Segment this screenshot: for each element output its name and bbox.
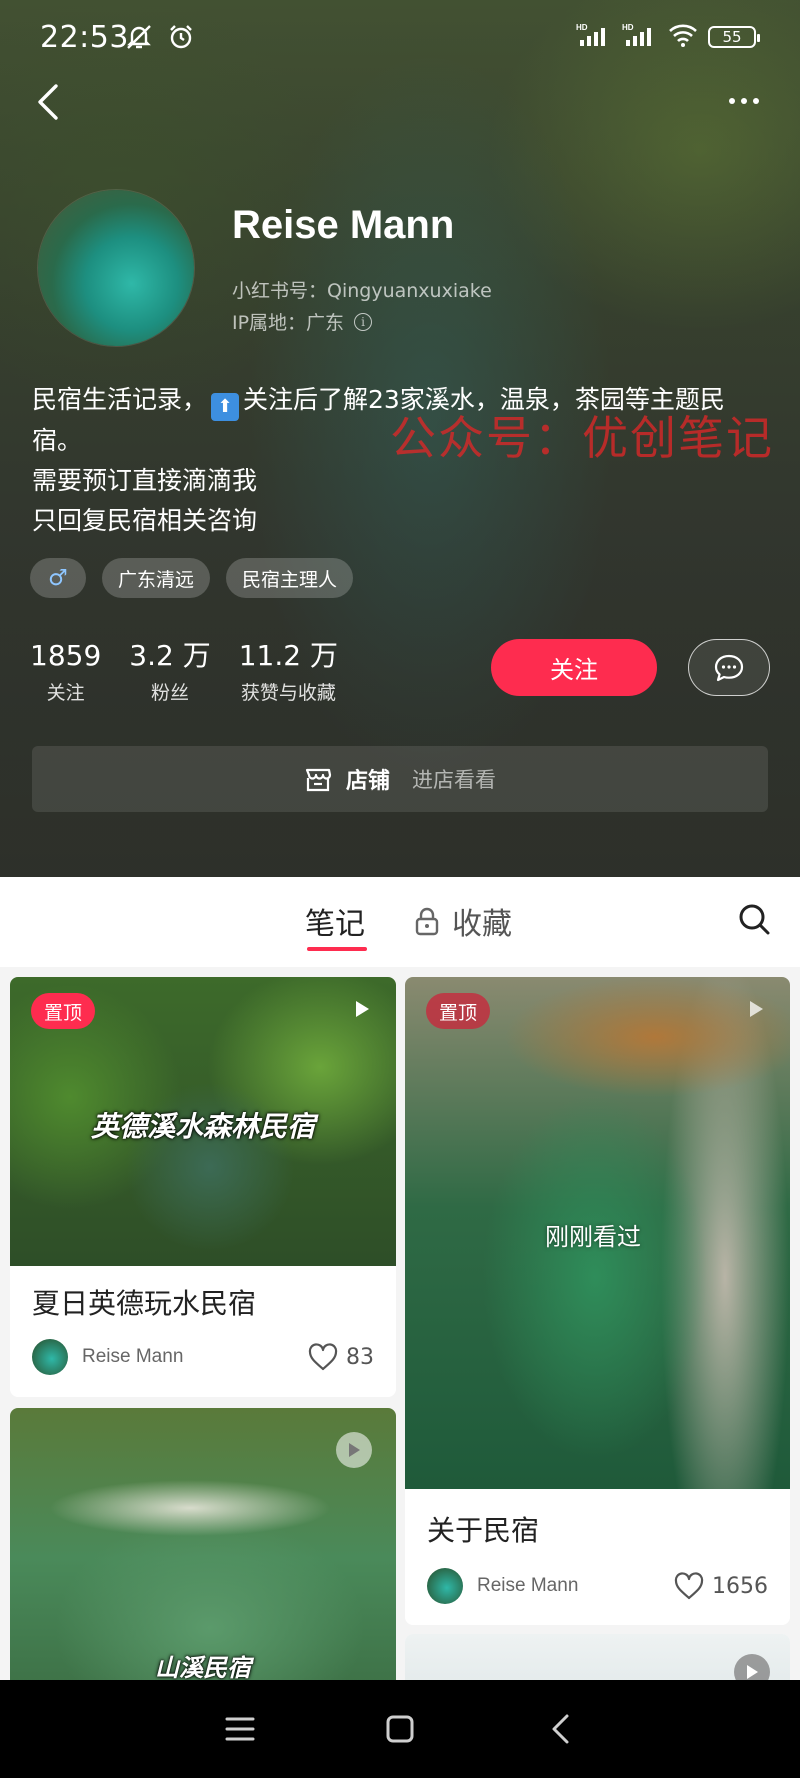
like-button[interactable]: 83	[308, 1343, 374, 1371]
author-name: Reise Mann	[477, 1575, 579, 1596]
note-card[interactable]	[405, 1634, 790, 1680]
store-title: 店铺	[345, 769, 390, 794]
message-button[interactable]	[688, 639, 770, 696]
home-button[interactable]	[370, 1699, 430, 1759]
status-icons-right: HD HD 55	[576, 22, 760, 52]
menu-button[interactable]	[210, 1699, 270, 1759]
heart-icon	[674, 1572, 704, 1600]
red-id: 小红书号：Qingyuanxuxiake	[232, 280, 492, 302]
profile-header: 22:53 HD HD 55 Reise Mann 小红书号：Qingyuanx…	[0, 0, 800, 877]
back-button[interactable]	[28, 80, 68, 124]
pinned-badge: 置顶	[31, 993, 96, 1029]
note-card[interactable]: 置顶 英德溪水森林民宿 夏日英德玩水民宿 Reise Mann 83	[10, 977, 396, 1397]
author-avatar	[427, 1568, 463, 1604]
cover-overlay-text: 英德溪水森林民宿	[90, 1110, 315, 1143]
recently-viewed-label: 刚刚看过	[545, 1223, 641, 1251]
role-tag: 民宿主理人	[226, 558, 354, 598]
heart-icon	[308, 1343, 338, 1371]
video-icon	[348, 995, 376, 1023]
store-icon	[305, 768, 332, 792]
battery-icon: 55	[708, 26, 760, 48]
profile-stats: 1859 关注 3.2 万 粉丝 11.2 万 获赞与收藏	[30, 638, 338, 705]
dot	[729, 98, 735, 104]
play-icon	[336, 1432, 372, 1468]
ip-location: IP属地：广东 i	[232, 308, 373, 335]
author-name: Reise Mann	[82, 1346, 184, 1367]
author-avatar	[32, 1339, 68, 1375]
dot	[741, 98, 747, 104]
tab-favorites[interactable]: 收藏	[414, 899, 512, 943]
like-count: 83	[346, 1344, 374, 1370]
stat-followers[interactable]: 3.2 万 粉丝	[129, 638, 210, 705]
arrow-up-icon: ⬆	[211, 393, 240, 421]
follow-button[interactable]: 关注	[491, 639, 657, 696]
system-nav-bar	[0, 1680, 800, 1778]
status-time: 22:53	[40, 20, 129, 55]
note-title: 关于民宿	[427, 1514, 540, 1547]
note-title: 夏日英德玩水民宿	[32, 1287, 257, 1320]
search-button[interactable]	[734, 899, 774, 939]
more-options-button[interactable]	[722, 86, 766, 116]
stat-likes-favorites[interactable]: 11.2 万 获赞与收藏	[239, 638, 338, 705]
location-tag: 广东清远	[102, 558, 211, 598]
lock-icon	[415, 907, 439, 936]
store-entry[interactable]: 店铺 进店看看	[32, 746, 768, 812]
svg-text:HD: HD	[576, 23, 588, 32]
video-icon	[742, 995, 770, 1023]
gender-tag: ♂	[30, 558, 86, 598]
chevron-left-icon	[38, 84, 58, 120]
menu-icon	[225, 1717, 255, 1741]
tab-notes[interactable]: 笔记	[305, 899, 365, 943]
search-icon	[739, 904, 770, 935]
bio-line-3: 只回复民宿相关咨询	[32, 506, 258, 535]
info-icon[interactable]: i	[354, 312, 373, 331]
note-cover-image: 山溪民宿	[10, 1408, 396, 1680]
active-tab-indicator	[307, 947, 367, 951]
nav-back-button[interactable]	[530, 1699, 590, 1759]
store-subtitle: 进店看看	[412, 768, 496, 792]
play-icon	[734, 1654, 770, 1680]
profile-avatar[interactable]	[38, 190, 194, 346]
alarm-icon	[166, 22, 196, 56]
note-meta: Reise Mann 83	[10, 1332, 396, 1382]
cover-overlay-text: 山溪民宿	[155, 1653, 251, 1680]
note-card[interactable]: 置顶 刚刚看过 关于民宿 Reise Mann 1656	[405, 977, 790, 1625]
pinned-badge: 置顶	[426, 993, 491, 1029]
mute-icon	[124, 22, 154, 56]
stat-following[interactable]: 1859 关注	[30, 638, 101, 705]
dot	[753, 98, 759, 104]
note-meta: Reise Mann 1656	[405, 1561, 790, 1611]
profile-name: Reise Mann	[232, 203, 455, 247]
signal-hd-icon: HD	[576, 22, 612, 52]
chat-bubble-icon	[714, 654, 744, 681]
note-cover-image: 置顶 英德溪水森林民宿	[10, 977, 396, 1266]
svg-text:HD: HD	[622, 23, 634, 32]
like-button[interactable]: 1656	[674, 1572, 768, 1600]
watermark-text: 公众号：优创笔记	[390, 411, 774, 465]
profile-tabs: 笔记 收藏	[0, 877, 800, 967]
note-cover-image: 置顶 刚刚看过	[405, 977, 790, 1489]
wifi-icon	[668, 22, 698, 52]
profile-tags: ♂ 广东清远 民宿主理人	[30, 558, 354, 598]
note-cover-image	[405, 1634, 790, 1680]
note-card[interactable]: 山溪民宿	[10, 1408, 396, 1680]
signal-hd-icon: HD	[622, 22, 658, 52]
back-arrow-icon	[552, 1714, 569, 1744]
status-icons-left	[124, 22, 196, 56]
like-count: 1656	[712, 1573, 768, 1599]
home-square-icon	[386, 1715, 414, 1743]
